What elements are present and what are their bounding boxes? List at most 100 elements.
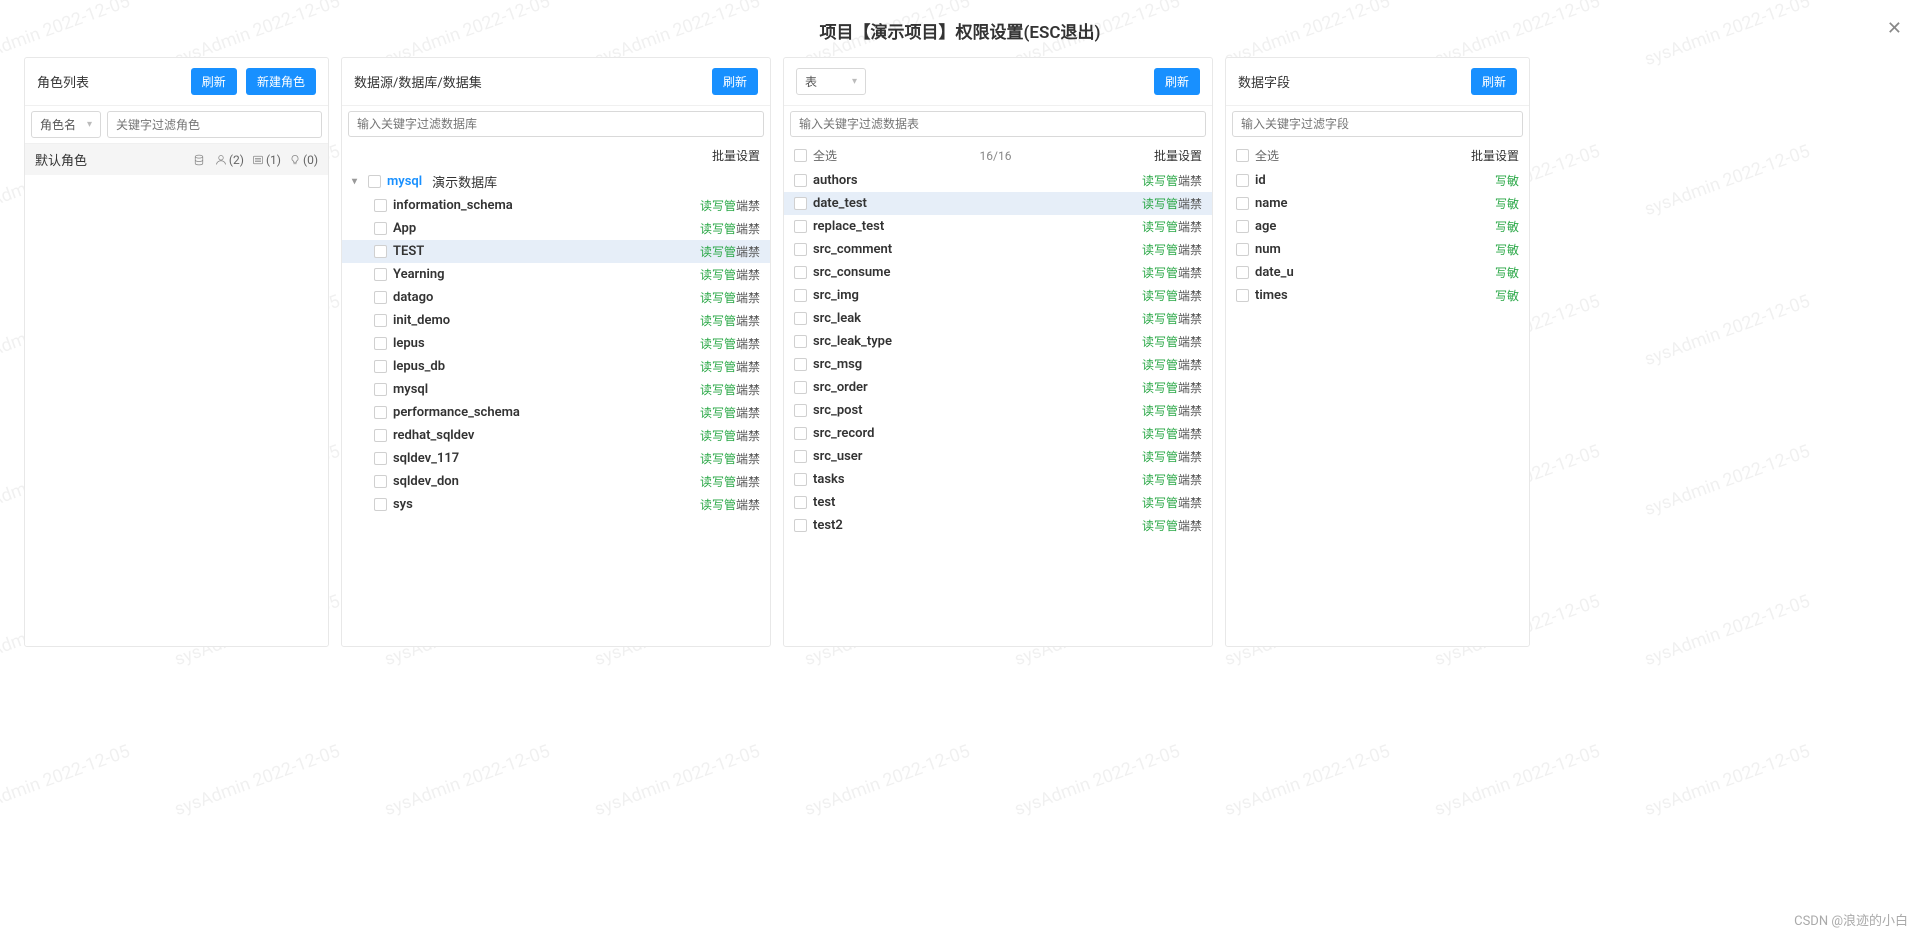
perm-badge[interactable]: 写敏 <box>1495 241 1519 258</box>
perm-badge[interactable]: 读写管端禁 <box>1142 379 1202 396</box>
table-item[interactable]: src_msg读写管端禁 <box>784 353 1212 376</box>
field-filter-input[interactable] <box>1232 111 1523 137</box>
checkbox[interactable] <box>374 291 387 304</box>
perm-badge[interactable]: 写敏 <box>1495 264 1519 281</box>
table-item[interactable]: src_leak_type读写管端禁 <box>784 330 1212 353</box>
perm-badge[interactable]: 读写管端禁 <box>700 450 760 467</box>
batch-settings-link[interactable]: 批量设置 <box>1471 147 1519 164</box>
checkbox[interactable] <box>374 429 387 442</box>
perm-badge[interactable]: 读写管端禁 <box>700 220 760 237</box>
perm-badge[interactable]: 读写管端禁 <box>1142 218 1202 235</box>
role-row[interactable]: 默认角色 (2) (1) (0) <box>25 144 328 175</box>
checkbox[interactable] <box>794 174 807 187</box>
perm-badge[interactable]: 读写管端禁 <box>1142 425 1202 442</box>
batch-settings-link[interactable]: 批量设置 <box>1154 147 1202 164</box>
checkbox[interactable] <box>374 498 387 511</box>
datasource-root[interactable]: ▾ mysql 演示数据库 <box>342 169 770 194</box>
database-item[interactable]: redhat_sqldev读写管端禁 <box>342 424 770 447</box>
perm-badge[interactable]: 读写管端禁 <box>700 197 760 214</box>
checkbox[interactable] <box>794 335 807 348</box>
database-item[interactable]: lepus_db读写管端禁 <box>342 355 770 378</box>
perm-badge[interactable]: 读写管端禁 <box>700 404 760 421</box>
checkbox[interactable] <box>374 360 387 373</box>
perm-badge[interactable]: 读写管端禁 <box>1142 287 1202 304</box>
datasource-filter-input[interactable] <box>348 111 764 137</box>
perm-badge[interactable]: 读写管端禁 <box>1142 494 1202 511</box>
perm-badge[interactable]: 读写管端禁 <box>1142 333 1202 350</box>
perm-badge[interactable]: 读写管端禁 <box>1142 310 1202 327</box>
database-item[interactable]: sys读写管端禁 <box>342 493 770 516</box>
table-item[interactable]: src_leak读写管端禁 <box>784 307 1212 330</box>
perm-badge[interactable]: 读写管端禁 <box>1142 356 1202 373</box>
database-item[interactable]: sqldev_117读写管端禁 <box>342 447 770 470</box>
perm-badge[interactable]: 读写管端禁 <box>700 473 760 490</box>
checkbox[interactable] <box>374 222 387 235</box>
checkbox[interactable] <box>794 473 807 486</box>
checkbox[interactable] <box>1236 220 1249 233</box>
checkbox[interactable] <box>374 314 387 327</box>
checkbox[interactable] <box>794 243 807 256</box>
checkbox[interactable] <box>1236 174 1249 187</box>
field-item[interactable]: date_u写敏 <box>1226 261 1529 284</box>
perm-badge[interactable]: 写敏 <box>1495 218 1519 235</box>
table-item[interactable]: test读写管端禁 <box>784 491 1212 514</box>
perm-badge[interactable]: 读写管端禁 <box>1142 195 1202 212</box>
batch-settings-link[interactable]: 批量设置 <box>712 147 760 164</box>
checkbox[interactable] <box>374 406 387 419</box>
checkbox[interactable] <box>374 245 387 258</box>
checkbox[interactable] <box>374 383 387 396</box>
database-item[interactable]: information_schema读写管端禁 <box>342 194 770 217</box>
role-filter-input[interactable] <box>107 111 322 138</box>
table-type-select[interactable]: 表 ▾ <box>796 68 866 95</box>
table-item[interactable]: test2读写管端禁 <box>784 514 1212 537</box>
checkbox[interactable] <box>794 197 807 210</box>
refresh-button[interactable]: 刷新 <box>1471 68 1517 95</box>
perm-badge[interactable]: 读写管端禁 <box>700 335 760 352</box>
select-all-checkbox[interactable] <box>794 149 807 162</box>
perm-badge[interactable]: 读写管端禁 <box>700 266 760 283</box>
checkbox[interactable] <box>794 450 807 463</box>
perm-badge[interactable]: 写敏 <box>1495 172 1519 189</box>
table-item[interactable]: src_comment读写管端禁 <box>784 238 1212 261</box>
checkbox[interactable] <box>794 427 807 440</box>
checkbox[interactable] <box>374 337 387 350</box>
perm-badge[interactable]: 读写管端禁 <box>1142 241 1202 258</box>
table-item[interactable]: authors读写管端禁 <box>784 169 1212 192</box>
field-item[interactable]: num写敏 <box>1226 238 1529 261</box>
table-item[interactable]: src_img读写管端禁 <box>784 284 1212 307</box>
expand-icon[interactable]: ▾ <box>352 176 362 187</box>
database-item[interactable]: TEST读写管端禁 <box>342 240 770 263</box>
table-item[interactable]: tasks读写管端禁 <box>784 468 1212 491</box>
database-item[interactable]: App读写管端禁 <box>342 217 770 240</box>
checkbox[interactable] <box>794 312 807 325</box>
perm-badge[interactable]: 读写管端禁 <box>700 496 760 513</box>
close-icon[interactable]: ✕ <box>1887 18 1902 39</box>
new-role-button[interactable]: 新建角色 <box>246 68 316 95</box>
table-filter-input[interactable] <box>790 111 1206 137</box>
table-item[interactable]: src_record读写管端禁 <box>784 422 1212 445</box>
role-name-select[interactable]: 角色名 ▾ <box>31 111 101 138</box>
checkbox[interactable] <box>1236 266 1249 279</box>
perm-badge[interactable]: 写敏 <box>1495 287 1519 304</box>
table-item[interactable]: src_user读写管端禁 <box>784 445 1212 468</box>
checkbox[interactable] <box>1236 243 1249 256</box>
field-item[interactable]: times写敏 <box>1226 284 1529 307</box>
refresh-button[interactable]: 刷新 <box>712 68 758 95</box>
perm-badge[interactable]: 读写管端禁 <box>1142 402 1202 419</box>
database-item[interactable]: performance_schema读写管端禁 <box>342 401 770 424</box>
perm-badge[interactable]: 读写管端禁 <box>1142 264 1202 281</box>
checkbox[interactable] <box>794 496 807 509</box>
perm-badge[interactable]: 读写管端禁 <box>1142 172 1202 189</box>
checkbox[interactable] <box>374 199 387 212</box>
table-item[interactable]: date_test读写管端禁 <box>784 192 1212 215</box>
database-item[interactable]: lepus读写管端禁 <box>342 332 770 355</box>
database-item[interactable]: Yearning读写管端禁 <box>342 263 770 286</box>
field-item[interactable]: name写敏 <box>1226 192 1529 215</box>
perm-badge[interactable]: 读写管端禁 <box>700 381 760 398</box>
table-item[interactable]: src_post读写管端禁 <box>784 399 1212 422</box>
perm-badge[interactable]: 读写管端禁 <box>700 243 760 260</box>
perm-badge[interactable]: 读写管端禁 <box>700 427 760 444</box>
perm-badge[interactable]: 读写管端禁 <box>1142 448 1202 465</box>
perm-badge[interactable]: 读写管端禁 <box>700 289 760 306</box>
perm-badge[interactable]: 读写管端禁 <box>700 312 760 329</box>
